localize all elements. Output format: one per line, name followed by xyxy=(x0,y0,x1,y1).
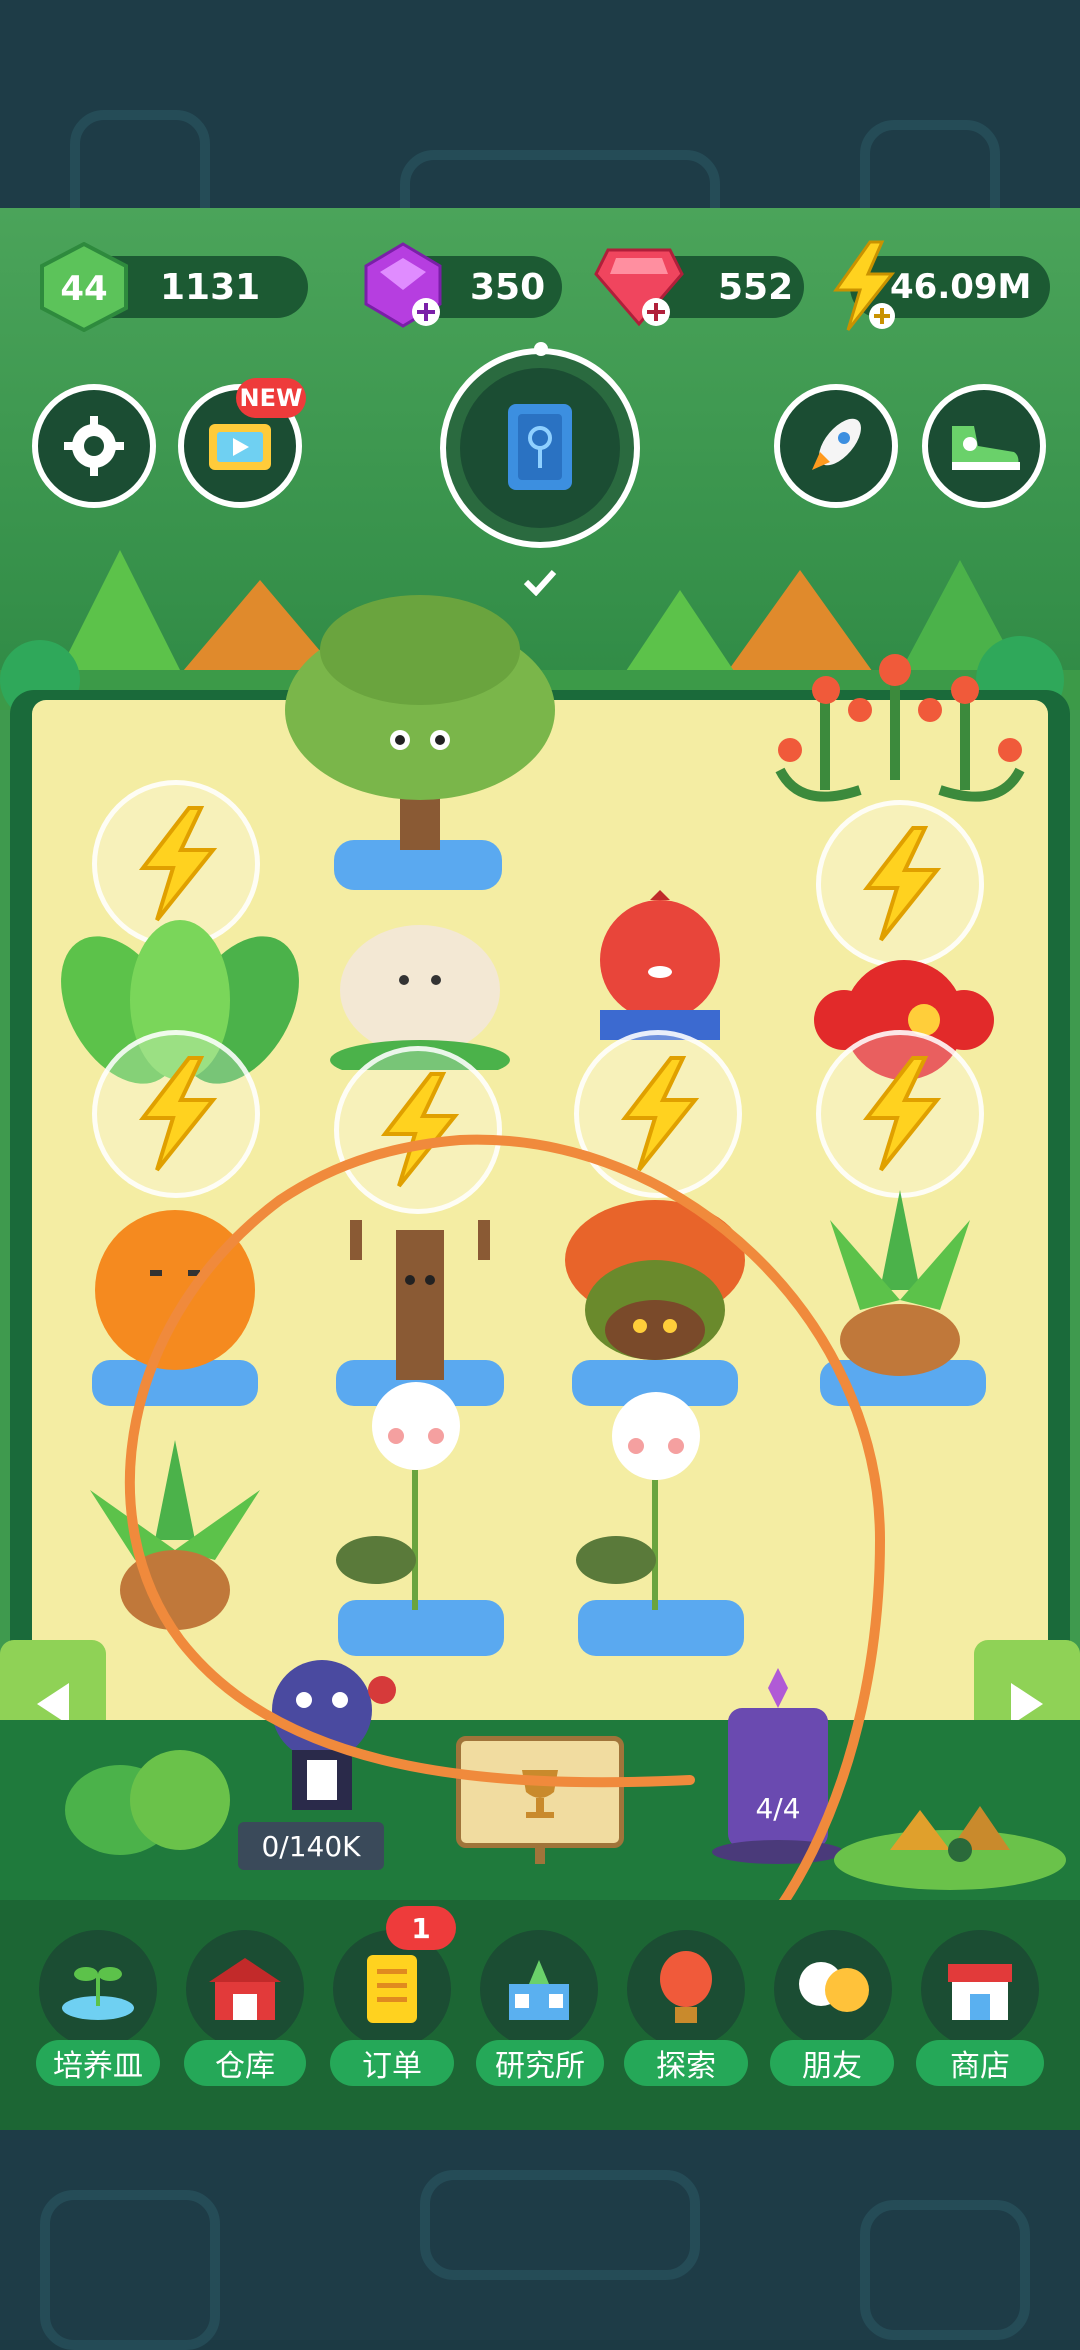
purple-gem-value: 350 xyxy=(470,266,546,308)
lab-icon xyxy=(509,1960,569,2020)
nav-label-orders[interactable]: 订单 xyxy=(330,2040,454,2086)
nav-label-research[interactable]: 研究所 xyxy=(476,2040,604,2086)
nav-label-friends[interactable]: 朋友 xyxy=(770,2040,894,2086)
decor-shape xyxy=(860,2200,1030,2340)
red-gem-value: 552 xyxy=(718,266,794,308)
ruby-icon[interactable] xyxy=(594,244,684,330)
sprout-icon xyxy=(62,1967,134,2020)
nav-explore-button[interactable] xyxy=(627,1930,745,2048)
sneaker-icon xyxy=(952,426,1020,470)
purple-gem-icon[interactable] xyxy=(360,240,446,330)
lightning-icon xyxy=(862,826,942,942)
lightning-icon[interactable] xyxy=(822,240,902,332)
orders-badge: 1 xyxy=(386,1906,456,1950)
shoe-button[interactable] xyxy=(922,384,1046,508)
nav-research-button[interactable] xyxy=(480,1930,598,2048)
energy-value: 46.09M xyxy=(890,267,1032,307)
top-background-band xyxy=(0,0,1080,260)
tree-plant[interactable] xyxy=(280,590,560,900)
bottom-background-band xyxy=(0,2130,1080,2350)
friends-icon xyxy=(799,1962,869,2012)
pomegranate-plant[interactable] xyxy=(590,890,730,1040)
tv-video-icon xyxy=(209,424,271,470)
nav-shop-button[interactable] xyxy=(921,1930,1039,2048)
coin-value: 1131 xyxy=(160,266,261,308)
level-badge[interactable]: 44 xyxy=(36,241,132,333)
book-icon xyxy=(508,404,572,490)
balloon-icon xyxy=(660,1951,712,2023)
barn-icon xyxy=(209,1958,281,2020)
gear-icon xyxy=(64,416,124,476)
scroll-icon xyxy=(367,1955,417,2023)
shop-icon xyxy=(948,1964,1012,2020)
nav-friends-button[interactable] xyxy=(774,1930,892,2048)
nav-label-explore[interactable]: 探索 xyxy=(624,2040,748,2086)
rocket-icon xyxy=(812,418,861,470)
settings-button[interactable] xyxy=(32,384,156,508)
decor-shape xyxy=(420,2170,700,2280)
progress-dot xyxy=(534,342,548,356)
nav-label-shop[interactable]: 商店 xyxy=(916,2040,1044,2086)
nav-petri-dish-button[interactable] xyxy=(39,1930,157,2048)
boost-button[interactable] xyxy=(774,384,898,508)
level-value: 44 xyxy=(60,269,107,309)
nav-label-petri-dish[interactable]: 培养皿 xyxy=(36,2040,160,2086)
lightning-icon xyxy=(138,806,218,922)
new-badge: NEW xyxy=(236,378,306,418)
nav-warehouse-button[interactable] xyxy=(186,1930,304,2048)
nav-label-warehouse[interactable]: 仓库 xyxy=(184,2040,306,2086)
decor-shape xyxy=(40,2190,220,2350)
